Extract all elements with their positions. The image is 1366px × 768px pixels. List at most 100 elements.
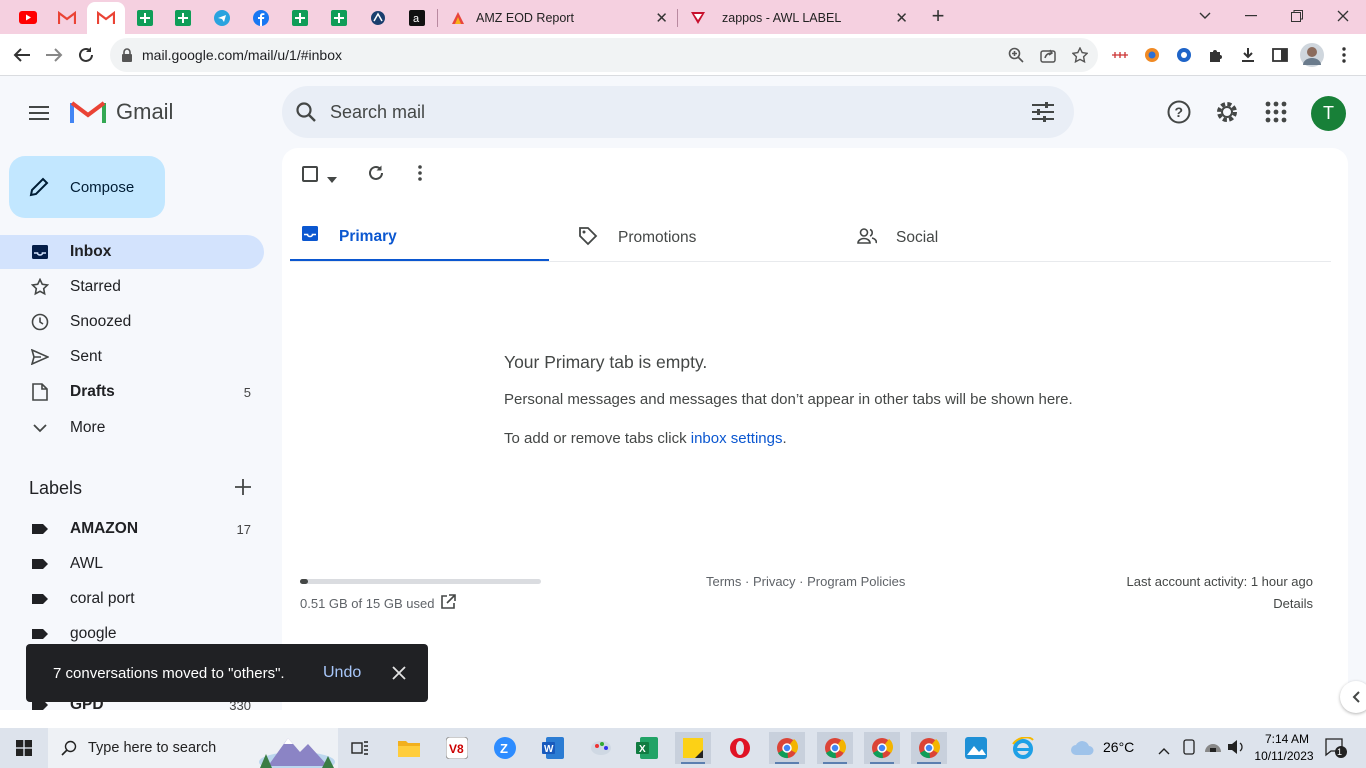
send-icon <box>30 347 50 367</box>
extension-icon[interactable] <box>1106 41 1134 69</box>
footer-links[interactable]: Terms · Privacy · Program Policies <box>706 574 905 589</box>
browser-menu-icon[interactable] <box>1330 41 1358 69</box>
notification-center-icon[interactable] <box>1325 738 1347 763</box>
windows-start-icon[interactable] <box>6 732 42 764</box>
google-sheets-icon[interactable] <box>168 5 198 31</box>
clock-date[interactable]: 10/11/2023 <box>1251 749 1317 763</box>
new-tab-button[interactable]: + <box>926 5 950 29</box>
compose-button[interactable]: Compose <box>9 156 165 218</box>
refresh-icon[interactable] <box>367 164 385 187</box>
select-dropdown-icon[interactable] <box>327 170 337 188</box>
paint-icon[interactable] <box>583 732 619 764</box>
inbox-settings-link[interactable]: inbox settings <box>691 430 783 447</box>
zoom-app-icon[interactable]: Z <box>487 732 523 764</box>
sidebar-item-starred[interactable]: Starred <box>0 270 264 304</box>
proxy-icon[interactable] <box>363 5 393 31</box>
opera-icon[interactable] <box>722 732 758 764</box>
puzzle-icon[interactable] <box>1202 41 1230 69</box>
details-link[interactable]: Details <box>1273 596 1313 611</box>
facebook-icon[interactable] <box>246 5 276 31</box>
app-icon[interactable]: V8 <box>439 732 475 764</box>
gmail-icon[interactable] <box>52 5 82 31</box>
search-input[interactable]: Search mail <box>330 102 425 123</box>
sidebar-item-drafts[interactable]: Drafts 5 <box>0 375 264 409</box>
tab-zappos-awl-label[interactable]: zappos - AWL LABEL ✕ <box>680 2 916 34</box>
google-sheets-icon[interactable] <box>324 5 354 31</box>
google-sheets-icon[interactable] <box>285 5 315 31</box>
label-name: AMAZON <box>70 520 139 537</box>
zoom-icon[interactable] <box>1002 41 1030 69</box>
reload-icon[interactable] <box>72 41 100 69</box>
chrome-icon[interactable] <box>769 732 805 764</box>
chrome-profile-icon[interactable] <box>817 732 853 764</box>
chrome-profile-icon[interactable] <box>911 732 947 764</box>
word-icon[interactable]: W <box>535 732 571 764</box>
weather-temperature[interactable]: 26°C <box>1103 739 1134 755</box>
download-icon[interactable] <box>1234 41 1262 69</box>
photos-icon[interactable] <box>958 732 994 764</box>
tab-promotions[interactable]: Promotions <box>549 214 827 262</box>
back-icon[interactable] <box>8 41 36 69</box>
undo-button[interactable]: Undo <box>323 664 361 682</box>
extension-icon[interactable] <box>1170 41 1198 69</box>
sidebar-item-more[interactable]: More <box>0 411 264 445</box>
forward-icon[interactable] <box>40 41 68 69</box>
label-item-awl[interactable]: AWL <box>0 547 264 581</box>
address-bar[interactable]: mail.google.com/mail/u/1/#inbox <box>110 38 1098 72</box>
close-tab-icon[interactable]: ✕ <box>895 9 908 27</box>
excel-icon[interactable]: X <box>629 732 665 764</box>
sidebar-item-sent[interactable]: Sent <box>0 340 264 374</box>
weather-cloud-icon[interactable] <box>1070 738 1096 761</box>
sidebar-item-label: Sent <box>70 348 102 365</box>
more-options-icon[interactable] <box>418 165 422 186</box>
close-toast-icon[interactable] <box>392 666 406 685</box>
profile-avatar-icon[interactable] <box>1298 41 1326 69</box>
tab-amz-eod-report[interactable]: AMZ EOD Report ✕ <box>440 2 676 34</box>
tab-search-icon[interactable] <box>1182 0 1228 32</box>
label-item-amazon[interactable]: AMAZON 17 <box>0 512 264 546</box>
volume-icon[interactable] <box>1227 739 1245 760</box>
internet-explorer-icon[interactable] <box>1005 732 1041 764</box>
task-view-icon[interactable] <box>342 732 378 764</box>
minimize-icon[interactable] <box>1228 0 1274 32</box>
main-menu-icon[interactable] <box>24 98 54 128</box>
close-window-icon[interactable] <box>1320 0 1366 32</box>
search-icon[interactable] <box>296 102 316 122</box>
account-avatar[interactable]: T <box>1311 96 1346 131</box>
file-explorer-icon[interactable] <box>391 732 427 764</box>
show-hidden-icons-icon[interactable] <box>1158 742 1170 760</box>
sticky-notes-icon[interactable] <box>675 732 711 764</box>
google-apps-icon[interactable] <box>1265 101 1287 128</box>
select-all-checkbox[interactable] <box>302 166 318 182</box>
share-icon[interactable] <box>1034 41 1062 69</box>
telegram-icon[interactable] <box>207 5 237 31</box>
network-icon[interactable] <box>1204 740 1222 759</box>
close-tab-icon[interactable]: ✕ <box>655 9 668 27</box>
sidebar-item-inbox[interactable]: Inbox <box>0 235 264 269</box>
search-options-icon[interactable] <box>1032 102 1054 122</box>
amazon-icon[interactable]: a <box>402 5 432 31</box>
youtube-icon[interactable] <box>13 5 43 31</box>
gmail-logo[interactable]: Gmail <box>70 98 173 125</box>
clock-time[interactable]: 7:14 AM <box>1257 732 1317 746</box>
side-panel-icon[interactable] <box>1266 41 1294 69</box>
taskbar-search-box[interactable]: Type here to search <box>48 728 338 768</box>
show-side-panel-button[interactable] <box>1340 681 1366 713</box>
google-sheets-icon[interactable] <box>130 5 160 31</box>
tab-primary[interactable]: Primary <box>290 214 549 262</box>
sidebar-item-snoozed[interactable]: Snoozed <box>0 305 264 339</box>
tab-social[interactable]: Social <box>827 214 1105 262</box>
restore-icon[interactable] <box>1274 0 1320 32</box>
gmail-icon[interactable] <box>87 2 125 34</box>
support-icon[interactable]: ? <box>1166 99 1192 130</box>
search-bar[interactable]: Search mail <box>282 86 1074 138</box>
extension-icon[interactable] <box>1138 41 1166 69</box>
label-item-coral-port[interactable]: coral port <box>0 582 264 616</box>
open-external-icon[interactable] <box>440 594 456 615</box>
chrome-profile-icon[interactable] <box>864 732 900 764</box>
bookmark-star-icon[interactable] <box>1066 41 1094 69</box>
device-icon[interactable] <box>1182 739 1196 760</box>
settings-gear-icon[interactable] <box>1214 99 1240 130</box>
add-label-icon[interactable] <box>234 478 252 501</box>
svg-text:?: ? <box>1175 104 1184 120</box>
